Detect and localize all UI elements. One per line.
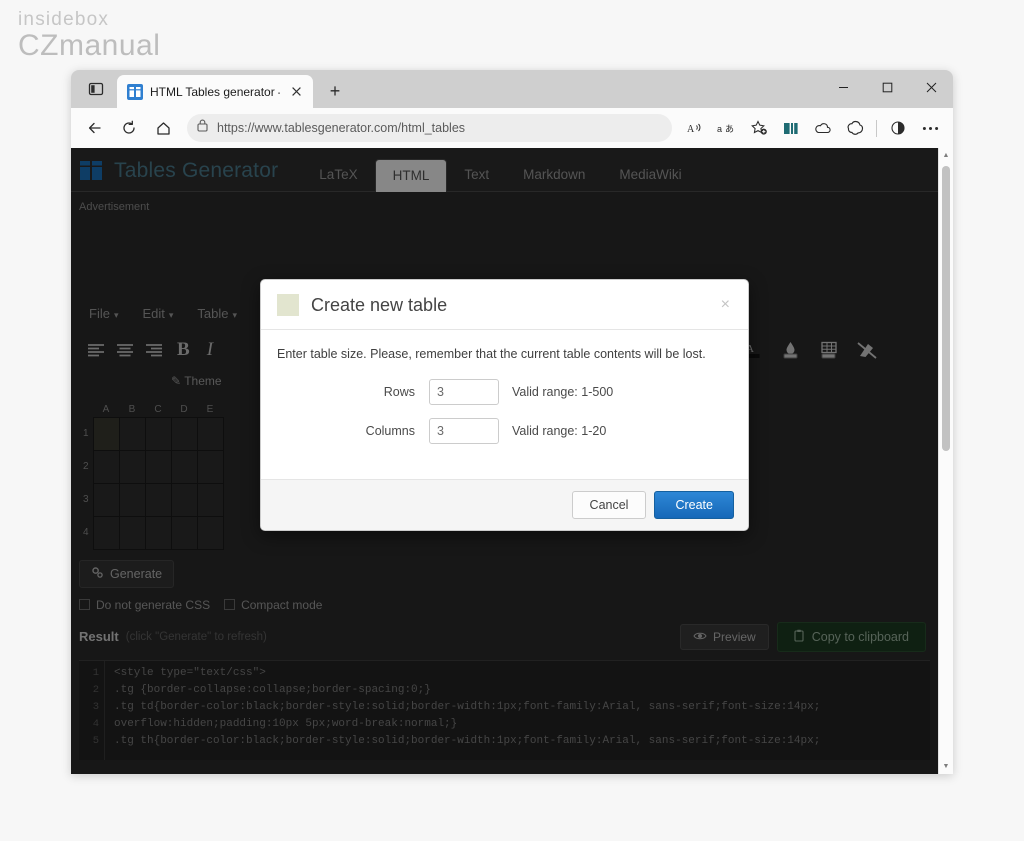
rows-range-hint: Valid range: 1-500 — [512, 385, 614, 399]
read-aloud-icon[interactable]: A — [680, 113, 710, 143]
page-scrollbar[interactable]: ▲ ▼ — [938, 148, 953, 774]
rows-input[interactable] — [429, 379, 499, 405]
onedrive-icon[interactable] — [808, 113, 838, 143]
dialog-header: Create new table × — [261, 280, 748, 330]
split-screen-icon[interactable] — [776, 113, 806, 143]
settings-more-icon[interactable] — [915, 113, 945, 143]
reload-button[interactable] — [113, 112, 145, 144]
create-button[interactable]: Create — [654, 491, 734, 519]
dialog-description: Enter table size. Please, remember that … — [277, 347, 706, 361]
create-new-table-dialog: Create new table × Enter table size. Ple… — [260, 279, 749, 531]
minimize-button[interactable] — [821, 70, 865, 104]
svg-text:a: a — [717, 124, 722, 134]
dialog-footer: Cancel Create — [261, 479, 748, 530]
svg-text:A: A — [687, 124, 695, 135]
address-input[interactable]: https://www.tablesgenerator.com/html_tab… — [187, 114, 672, 142]
url-text: https://www.tablesgenerator.com/html_tab… — [217, 121, 466, 135]
copilot-icon[interactable] — [840, 113, 870, 143]
tab-strip: HTML Tables generator – TablesG + — [71, 70, 953, 108]
browser-window: HTML Tables generator – TablesG + — [71, 70, 953, 774]
watermark-line-2: CZmanual — [18, 29, 161, 62]
scroll-down-arrow-icon[interactable]: ▼ — [939, 759, 953, 774]
browser-toolbar-icons: A aあ — [680, 113, 945, 143]
dialog-title: Create new table — [311, 294, 448, 315]
add-favorite-icon[interactable] — [744, 113, 774, 143]
maximize-button[interactable] — [865, 70, 909, 104]
home-button[interactable] — [147, 112, 179, 144]
tab-actions-icon[interactable] — [79, 72, 113, 106]
scroll-up-arrow-icon[interactable]: ▲ — [939, 148, 953, 163]
page-viewport: Tables Generator LaTeX HTML Text Markdow… — [71, 148, 953, 774]
watermark: insidebox CZmanual — [18, 10, 160, 61]
translate-icon[interactable]: aあ — [712, 113, 742, 143]
columns-label: Columns — [365, 424, 415, 438]
columns-input[interactable] — [429, 418, 499, 444]
watermark-line-1: insidebox — [18, 9, 110, 30]
columns-range-hint: Valid range: 1-20 — [512, 424, 607, 438]
dialog-icon — [277, 294, 299, 316]
columns-field-row: Columns Valid range: 1-20 — [277, 418, 732, 444]
rows-field-row: Rows Valid range: 1-500 — [277, 379, 732, 405]
tab-close-icon[interactable] — [287, 83, 305, 101]
tab-title: HTML Tables generator – TablesG — [150, 84, 280, 99]
cancel-button[interactable]: Cancel — [571, 491, 647, 519]
lock-icon — [197, 119, 208, 137]
dialog-close-icon[interactable]: × — [719, 297, 732, 313]
browser-essentials-icon[interactable] — [883, 113, 913, 143]
dialog-body: Enter table size. Please, remember that … — [261, 330, 748, 479]
svg-text:あ: あ — [725, 124, 734, 135]
window-controls — [821, 70, 953, 104]
new-tab-button[interactable]: + — [320, 77, 350, 105]
browser-tab[interactable]: HTML Tables generator – TablesG — [117, 75, 313, 108]
rows-label: Rows — [383, 385, 415, 399]
back-button[interactable] — [79, 112, 111, 144]
address-bar: https://www.tablesgenerator.com/html_tab… — [71, 108, 953, 148]
toolbar-divider — [876, 119, 877, 137]
tables-favicon-icon — [127, 83, 143, 100]
scrollbar-thumb[interactable] — [942, 166, 950, 451]
close-button[interactable] — [909, 70, 953, 104]
